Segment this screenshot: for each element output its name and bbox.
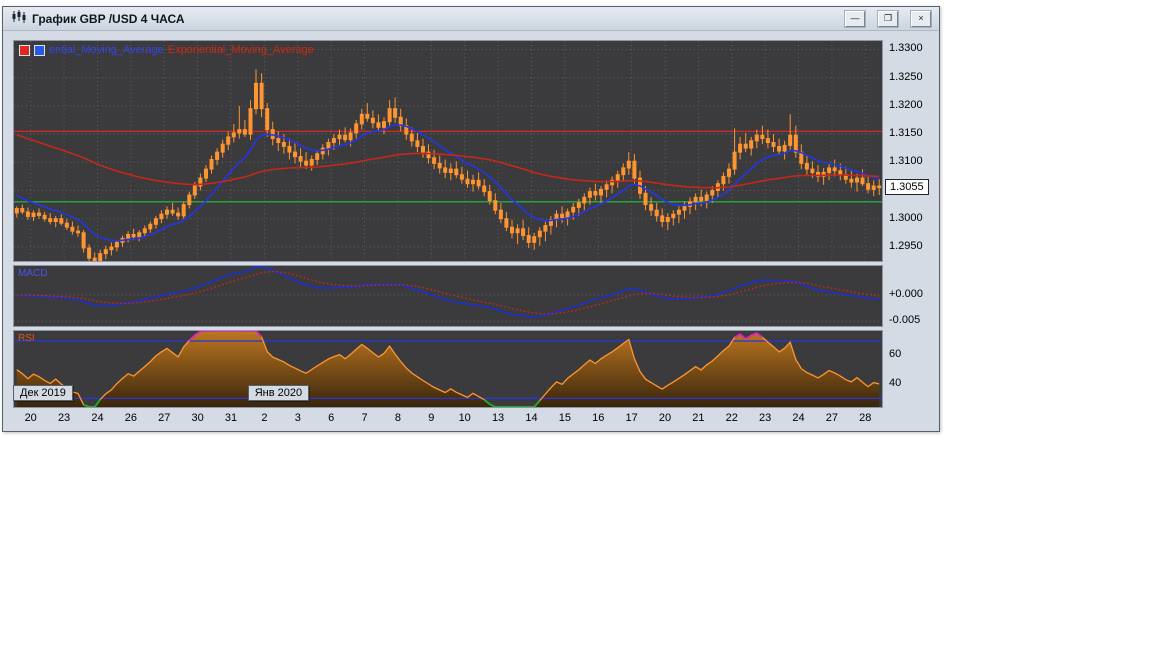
price-axis-label: 1.3200 [889, 98, 923, 111]
rsi-panel[interactable]: RSI [13, 330, 883, 408]
rsi-fill [16, 331, 880, 407]
x-axis-label: 16 [592, 412, 605, 424]
x-axis-label: 23 [759, 412, 772, 424]
current-price-box: 1.3055 [885, 178, 929, 195]
x-axis-label: 3 [294, 412, 301, 424]
price-axis-label: 1.3100 [889, 155, 923, 168]
titlebar[interactable]: График GBP /USD 4 ЧАСА — ❐ × [3, 7, 939, 31]
ma-slow-label: Exponential_Moving_Average [167, 44, 314, 56]
x-axis-label: 7 [361, 412, 368, 424]
price-axis-label: 1.3150 [889, 127, 923, 140]
x-axis-label: 31 [224, 412, 238, 424]
chart-app-icon [11, 9, 26, 28]
price-axis-label: 1.3300 [889, 42, 923, 55]
ma-red-swatch[interactable] [19, 44, 30, 56]
x-axis-label: 22 [725, 412, 738, 424]
macd-chart[interactable] [14, 266, 882, 326]
macd-label: MACD [18, 268, 48, 279]
x-axis-label: 8 [394, 412, 401, 424]
x-axis-label: 17 [625, 412, 638, 424]
price-axis-label: 1.2950 [889, 239, 923, 252]
indicator-legend: ential_Moving_Average Exponential_Moving… [19, 44, 314, 56]
x-axis-label: 14 [525, 412, 538, 424]
period-marker: Янв 2020 [247, 385, 310, 401]
window-title: График GBP /USD 4 ЧАСА [32, 11, 185, 26]
candlestick-chart[interactable] [14, 41, 882, 261]
chart-window: График GBP /USD 4 ЧАСА — ❐ × ential_Movi… [2, 6, 940, 432]
macd-axis-label: +0.000 [889, 287, 923, 300]
x-axis-label: 27 [825, 412, 839, 424]
x-axis-label: 20 [658, 412, 672, 424]
x-axis-label: 20 [24, 412, 37, 424]
minimize-button[interactable]: — [845, 10, 865, 27]
x-axis-label: 10 [458, 412, 471, 424]
x-axis-label: 24 [792, 412, 805, 424]
ma-fast-label: ential_Moving_Average [49, 44, 164, 56]
price-panel[interactable]: ential_Moving_Average Exponential_Moving… [13, 40, 883, 262]
period-marker: Дек 2019 [13, 385, 73, 401]
x-axis-label: 23 [57, 412, 71, 424]
rsi-axis-label: 60 [889, 348, 902, 361]
macd-line [16, 266, 880, 318]
x-axis-label: 15 [558, 412, 571, 424]
price-axis-label: 1.3000 [889, 211, 923, 224]
rsi-chart[interactable] [14, 331, 882, 407]
ma-blue-swatch[interactable] [34, 44, 45, 56]
x-axis-label: 30 [191, 412, 204, 424]
x-axis-label: 2 [261, 412, 268, 424]
x-axis-label: 27 [158, 412, 171, 424]
rsi-label: RSI [18, 333, 35, 344]
close-button[interactable]: × [911, 10, 931, 27]
rsi-axis-label: 40 [889, 377, 902, 390]
x-axis-label: 24 [91, 412, 104, 424]
x-axis-label: 26 [124, 412, 137, 424]
x-axis-label: 6 [328, 412, 335, 424]
macd-axis-label: -0.005 [889, 314, 921, 327]
x-axis-label: 28 [859, 412, 872, 424]
macd-signal-line [16, 270, 880, 315]
x-axis-label: 21 [692, 412, 705, 424]
window-controls: — ❐ × [832, 10, 931, 27]
candles [14, 69, 882, 261]
chart-area: ential_Moving_Average Exponential_Moving… [11, 31, 933, 431]
x-axis-label: 13 [491, 412, 505, 424]
macd-panel[interactable]: MACD [13, 265, 883, 327]
price-axis-label: 1.3250 [889, 70, 923, 83]
x-axis-label: 9 [428, 412, 435, 424]
maximize-button[interactable]: ❐ [878, 10, 898, 27]
